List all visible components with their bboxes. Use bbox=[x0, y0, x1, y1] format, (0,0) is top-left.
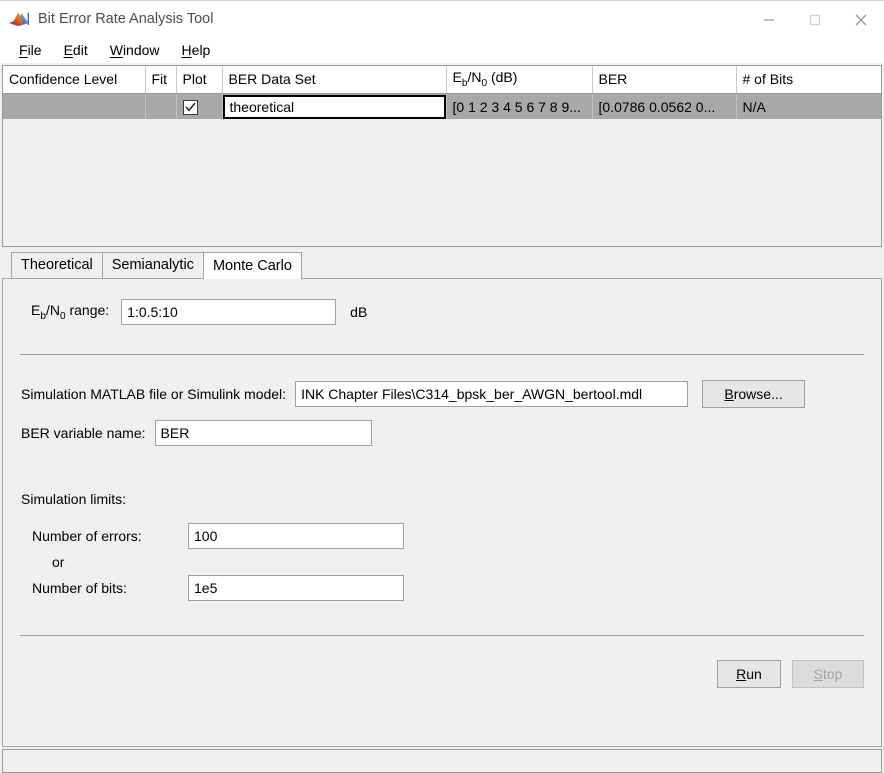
cell-confidence-level-value bbox=[9, 94, 139, 120]
ebno-range-label-text: range: bbox=[69, 302, 110, 319]
menu-window-mnemonic: W bbox=[109, 42, 123, 58]
num-errors-input[interactable] bbox=[188, 523, 404, 549]
column-header-plot[interactable]: Plot bbox=[176, 66, 223, 94]
monte-carlo-panel: Eb/N0 range: dB Simulation MATLAB file o… bbox=[2, 278, 882, 747]
title-bar: Bit Error Rate Analysis Tool bbox=[0, 0, 884, 37]
cell-ebno-db[interactable]: [0 1 2 3 4 5 6 7 8 9... bbox=[446, 93, 593, 120]
window-controls bbox=[746, 1, 884, 38]
title-bar-left: Bit Error Rate Analysis Tool bbox=[0, 10, 213, 28]
ber-variable-input[interactable] bbox=[154, 420, 372, 446]
cell-num-bits[interactable]: N/A bbox=[736, 93, 881, 120]
table-header: Confidence Level Fit Plot BER Data Set E… bbox=[3, 66, 881, 94]
menu-help-rest: elp bbox=[191, 42, 211, 58]
minimize-icon[interactable] bbox=[746, 1, 792, 38]
menu-file-mnemonic: F bbox=[19, 42, 28, 58]
table-body: theoretical [0 1 2 3 4 5 6 7 8 9... [0.0… bbox=[3, 93, 881, 120]
tab-theoretical[interactable]: Theoretical bbox=[11, 252, 103, 278]
sim-file-row: Simulation MATLAB file or Simulink model… bbox=[3, 355, 881, 408]
ber-variable-label: BER variable name: bbox=[21, 425, 146, 441]
tab-strip: Theoretical Semianalytic Monte Carlo bbox=[2, 251, 882, 279]
num-bits-row: Number of bits: bbox=[21, 575, 881, 601]
menu-file-rest: ile bbox=[27, 42, 42, 58]
ber-table: Confidence Level Fit Plot BER Data Set E… bbox=[3, 66, 881, 120]
column-header-ber-data-set[interactable]: BER Data Set bbox=[222, 66, 447, 94]
plot-checkbox[interactable] bbox=[182, 99, 198, 115]
sim-file-label: Simulation MATLAB file or Simulink model… bbox=[21, 386, 287, 402]
table-header-row: Confidence Level Fit Plot BER Data Set E… bbox=[3, 66, 881, 94]
menu-item-edit[interactable]: Edit bbox=[54, 40, 98, 60]
ebno-range-input[interactable] bbox=[121, 299, 337, 325]
ber-data-set-editor[interactable]: theoretical bbox=[222, 94, 445, 119]
column-header-confidence-level[interactable]: Confidence Level bbox=[3, 66, 146, 94]
bertool-window: Bit Error Rate Analysis Tool File Edit W… bbox=[0, 0, 884, 773]
close-icon[interactable] bbox=[838, 1, 884, 38]
tab-semianalytic[interactable]: Semianalytic bbox=[101, 252, 204, 278]
maximize-icon[interactable] bbox=[792, 1, 838, 38]
tab-monte-carlo[interactable]: Monte Carlo bbox=[202, 252, 302, 279]
run-mnemonic: R bbox=[736, 666, 747, 682]
stop-button: Stop bbox=[792, 660, 864, 688]
cell-ber-value: [0.0786 0.0562 0... bbox=[598, 98, 716, 115]
stop-mnemonic: S bbox=[813, 666, 823, 682]
num-errors-row: Number of errors: bbox=[21, 523, 881, 549]
menu-item-window[interactable]: Window bbox=[100, 40, 170, 60]
matlab-membrane-icon bbox=[9, 10, 29, 28]
cell-confidence-level[interactable] bbox=[3, 93, 146, 120]
ebno-range-label: Eb/N0 range: bbox=[31, 302, 110, 322]
ber-data-table[interactable]: Confidence Level Fit Plot BER Data Set E… bbox=[2, 65, 882, 247]
simulation-limits-group: Simulation limits: Number of errors: or … bbox=[3, 446, 881, 601]
cell-plot[interactable] bbox=[176, 93, 223, 120]
browse-rest: rowse... bbox=[733, 386, 783, 402]
run-rest: un bbox=[746, 666, 762, 682]
menu-item-file[interactable]: File bbox=[9, 40, 52, 60]
menu-edit-mnemonic: E bbox=[63, 42, 73, 58]
cell-fit[interactable] bbox=[145, 93, 177, 120]
window-title: Bit Error Rate Analysis Tool bbox=[38, 11, 214, 27]
simulation-limits-label: Simulation limits: bbox=[21, 491, 127, 507]
ebno-range-row: Eb/N0 range: dB bbox=[3, 279, 881, 325]
menu-edit-rest: dit bbox=[72, 42, 88, 58]
column-header-ebno-db[interactable]: Eb/N0 (dB) bbox=[446, 66, 593, 94]
ebno-range-units: dB bbox=[350, 304, 368, 320]
column-header-fit[interactable]: Fit bbox=[145, 66, 177, 94]
cell-fit-value bbox=[152, 94, 170, 120]
num-bits-input[interactable] bbox=[188, 575, 404, 601]
tabs-area: Theoretical Semianalytic Monte Carlo Eb/… bbox=[2, 251, 882, 747]
status-bar bbox=[2, 749, 882, 773]
column-header-num-bits[interactable]: # of Bits bbox=[736, 66, 881, 94]
num-bits-label: Number of bits: bbox=[32, 580, 127, 596]
cell-ber[interactable]: [0.0786 0.0562 0... bbox=[592, 93, 737, 120]
stop-rest: top bbox=[822, 666, 843, 682]
num-errors-label: Number of errors: bbox=[32, 528, 142, 544]
sim-file-input[interactable] bbox=[295, 381, 689, 407]
browse-mnemonic: B bbox=[724, 386, 734, 402]
or-label: or bbox=[52, 554, 65, 570]
menu-window-rest: indow bbox=[122, 42, 160, 58]
cell-ber-data-set[interactable]: theoretical bbox=[222, 93, 447, 120]
menu-help-mnemonic: H bbox=[181, 42, 192, 58]
run-button[interactable]: Run bbox=[717, 660, 781, 688]
action-buttons-row: Run Stop bbox=[3, 636, 881, 688]
menu-item-help[interactable]: Help bbox=[172, 40, 221, 60]
table-row[interactable]: theoretical [0 1 2 3 4 5 6 7 8 9... [0.0… bbox=[3, 93, 881, 120]
browse-button[interactable]: Browse... bbox=[702, 380, 806, 408]
ber-variable-row: BER variable name: bbox=[3, 408, 881, 446]
menu-bar: File Edit Window Help bbox=[0, 37, 884, 63]
cell-num-bits-value: N/A bbox=[742, 98, 766, 115]
column-header-ber[interactable]: BER bbox=[592, 66, 737, 94]
cell-ebno-db-value: [0 1 2 3 4 5 6 7 8 9... bbox=[452, 98, 581, 115]
